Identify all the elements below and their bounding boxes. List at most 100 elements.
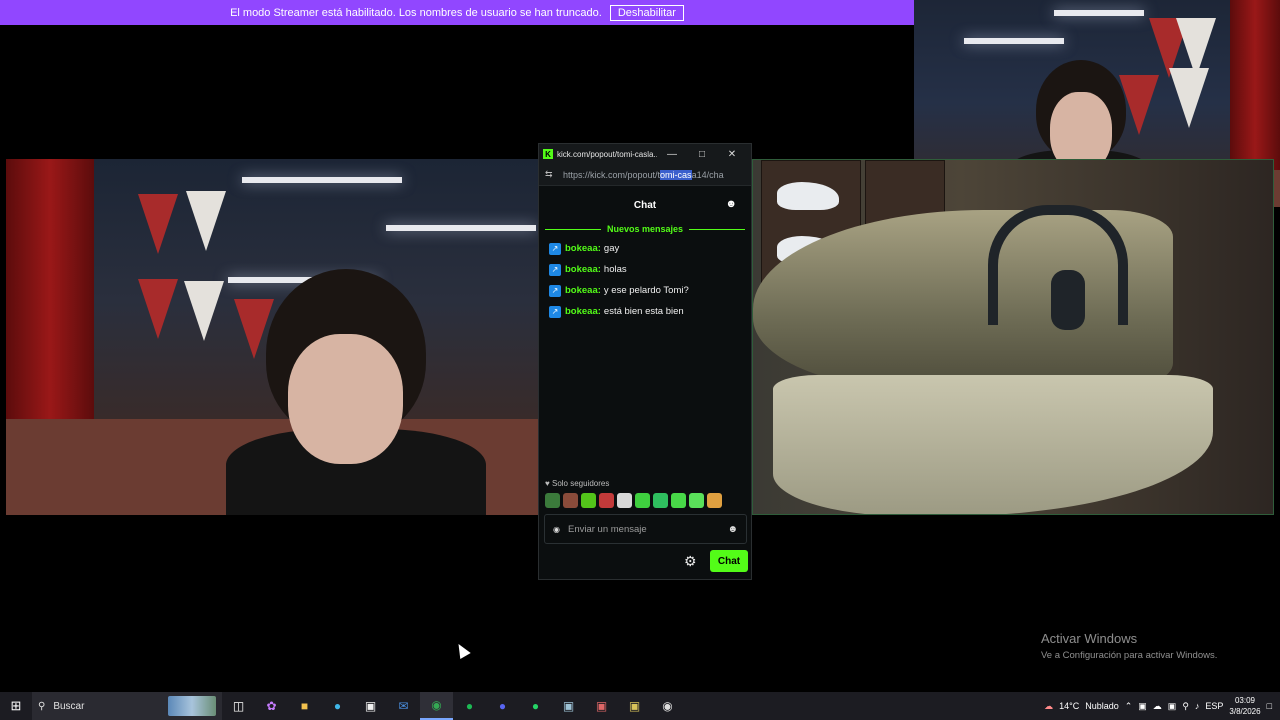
crocodile-jaw	[773, 375, 1213, 514]
message-text: holas	[603, 264, 627, 275]
emote-icon[interactable]	[635, 493, 650, 508]
close-icon[interactable]: ✕	[717, 149, 747, 160]
search-icon: ⚲	[38, 700, 46, 712]
pennant	[138, 194, 178, 254]
followers-only-label: Solo seguidores	[551, 479, 610, 488]
message-username[interactable]: bokeaa:	[565, 264, 601, 275]
url-suffix: a14/cha	[691, 169, 724, 180]
message-username[interactable]: bokeaa:	[565, 243, 601, 254]
copilot-icon[interactable]: ✿	[255, 692, 288, 720]
file-explorer-icon[interactable]: ■	[288, 692, 321, 720]
pennant	[186, 191, 226, 251]
spotify-icon[interactable]: ●	[453, 692, 486, 720]
emote-icon[interactable]	[545, 493, 560, 508]
app-icon[interactable]: ▣	[552, 692, 585, 720]
user-badge-icon: ↗	[549, 305, 561, 318]
app-icon[interactable]: ▣	[618, 692, 651, 720]
tray-app-icon[interactable]: ▣	[1168, 701, 1177, 712]
discord-icon[interactable]: ●	[486, 692, 519, 720]
message-list: ↗ bokeaa: gay ↗ bokeaa: holas ↗ bokeaa: …	[539, 238, 751, 322]
emote-icon[interactable]	[581, 493, 596, 508]
url-prefix: https://kick.com/popout/t	[563, 169, 661, 180]
message-username[interactable]: bokeaa:	[565, 306, 601, 317]
chevron-up-icon[interactable]: ⌃	[1125, 701, 1133, 712]
obs-icon[interactable]: ◉	[651, 692, 684, 720]
heart-icon: ♥	[545, 479, 550, 488]
divider-line	[689, 228, 746, 230]
message-input-placeholder: Enviar un mensaje	[567, 523, 647, 535]
shelf	[242, 177, 402, 183]
minimize-icon[interactable]: —	[657, 149, 687, 160]
new-messages-label: Nuevos mensajes	[606, 224, 684, 234]
chat-message: ↗ bokeaa: está bien esta bien	[539, 301, 751, 322]
send-chat-button[interactable]: Chat	[710, 550, 748, 572]
message-text: gay	[603, 243, 620, 254]
edge-icon[interactable]: ●	[321, 692, 354, 720]
system-tray: ☁ 14°C Nublado ⌃ ▣ ☁ ▣ ⚲ ♪ ESP 03:09 3/8…	[1044, 695, 1280, 717]
address-bar[interactable]: ⇆ https://kick.com/popout/tomi-casa14/ch…	[539, 164, 751, 186]
chat-message: ↗ bokeaa: y ese pelardo Tomi?	[539, 280, 751, 301]
chat-popout-window: K kick.com/popout/tomi-casla... — □ ✕ ⇆ …	[538, 143, 752, 580]
emote-icon[interactable]	[671, 493, 686, 508]
message-text: y ese pelardo Tomi?	[603, 285, 689, 296]
shelf	[386, 225, 536, 231]
onedrive-icon[interactable]: ☁	[1153, 701, 1162, 712]
pennant	[138, 279, 178, 339]
site-settings-icon[interactable]: ⇆	[545, 169, 559, 180]
pennant	[1169, 68, 1209, 128]
emote-icon[interactable]	[689, 493, 704, 508]
emote-icon[interactable]	[617, 493, 632, 508]
emoji-picker-icon[interactable]: ☻	[727, 524, 738, 535]
chat-header: Chat ☻	[539, 186, 751, 224]
weather-desc[interactable]: Nublado	[1085, 701, 1119, 711]
emote-bar	[545, 493, 722, 508]
window-titlebar: K kick.com/popout/tomi-casla... — □ ✕	[539, 144, 751, 164]
notification-icon[interactable]: □	[1267, 701, 1272, 711]
taskbar: ⊞ ⚲ Buscar ◫ ✿ ■ ● ▣ ✉ ◉ ● ● ● ▣ ▣ ▣ ◉ ☁…	[0, 692, 1280, 720]
app-icon[interactable]: ▣	[585, 692, 618, 720]
message-input[interactable]: ◉ Enviar un mensaje ☻	[544, 514, 747, 544]
message-text: está bien esta bien	[603, 306, 684, 317]
mail-icon[interactable]: ✉	[387, 692, 420, 720]
user-badge-icon: ↗	[549, 242, 561, 255]
clock[interactable]: 03:09 3/8/2026	[1229, 695, 1260, 717]
user-badge-icon: ↗	[549, 263, 561, 276]
activate-windows-watermark: Activar Windows Ve a Configuración para …	[1041, 631, 1217, 661]
maximize-icon[interactable]: □	[687, 149, 717, 160]
chat-message: ↗ bokeaa: gay	[539, 238, 751, 259]
windows-start-icon[interactable]: ⊞	[0, 692, 32, 720]
person-face	[288, 334, 403, 464]
divider-line	[545, 228, 601, 230]
chat-message: ↗ bokeaa: holas	[539, 259, 751, 280]
streamer-mode-banner: El modo Streamer está habilitado. Los no…	[0, 0, 914, 25]
desktop-screen: El modo Streamer está habilitado. Los no…	[0, 0, 1280, 720]
pennant	[184, 281, 224, 341]
shield-icon: ◉	[553, 524, 560, 534]
streamer-mode-message: El modo Streamer está habilitado. Los no…	[230, 6, 602, 19]
camera-feed-right	[752, 159, 1274, 515]
emote-icon[interactable]	[653, 493, 668, 508]
clock-time: 03:09	[1234, 696, 1255, 705]
chat-title: Chat	[633, 199, 657, 211]
emote-icon[interactable]	[707, 493, 722, 508]
tray-app-icon[interactable]: ▣	[1138, 701, 1147, 712]
new-messages-divider: Nuevos mensajes	[539, 224, 751, 234]
disable-streamer-mode-button[interactable]: Deshabilitar	[609, 4, 684, 21]
clock-date: 3/8/2026	[1229, 707, 1261, 716]
weather-temp[interactable]: 14°C	[1059, 701, 1079, 711]
message-username[interactable]: bokeaa:	[565, 285, 601, 296]
usb-icon[interactable]: ⚲	[1182, 701, 1189, 712]
task-view-icon[interactable]: ◫	[222, 692, 255, 720]
chrome-icon[interactable]: ◉	[420, 692, 453, 720]
chat-settings-gear-icon[interactable]: ⚙	[684, 553, 697, 570]
url-text[interactable]: https://kick.com/popout/tomi-casa14/cha	[563, 169, 724, 180]
followers-only-notice: ♥ Solo seguidores	[545, 479, 609, 488]
users-icon[interactable]: ☻	[725, 198, 737, 210]
whatsapp-icon[interactable]: ●	[519, 692, 552, 720]
language-indicator[interactable]: ESP	[1205, 701, 1223, 711]
volume-icon[interactable]: ♪	[1195, 701, 1200, 711]
store-icon[interactable]: ▣	[354, 692, 387, 720]
emote-icon[interactable]	[599, 493, 614, 508]
emote-icon[interactable]	[563, 493, 578, 508]
taskbar-search[interactable]: ⚲ Buscar	[32, 692, 222, 720]
